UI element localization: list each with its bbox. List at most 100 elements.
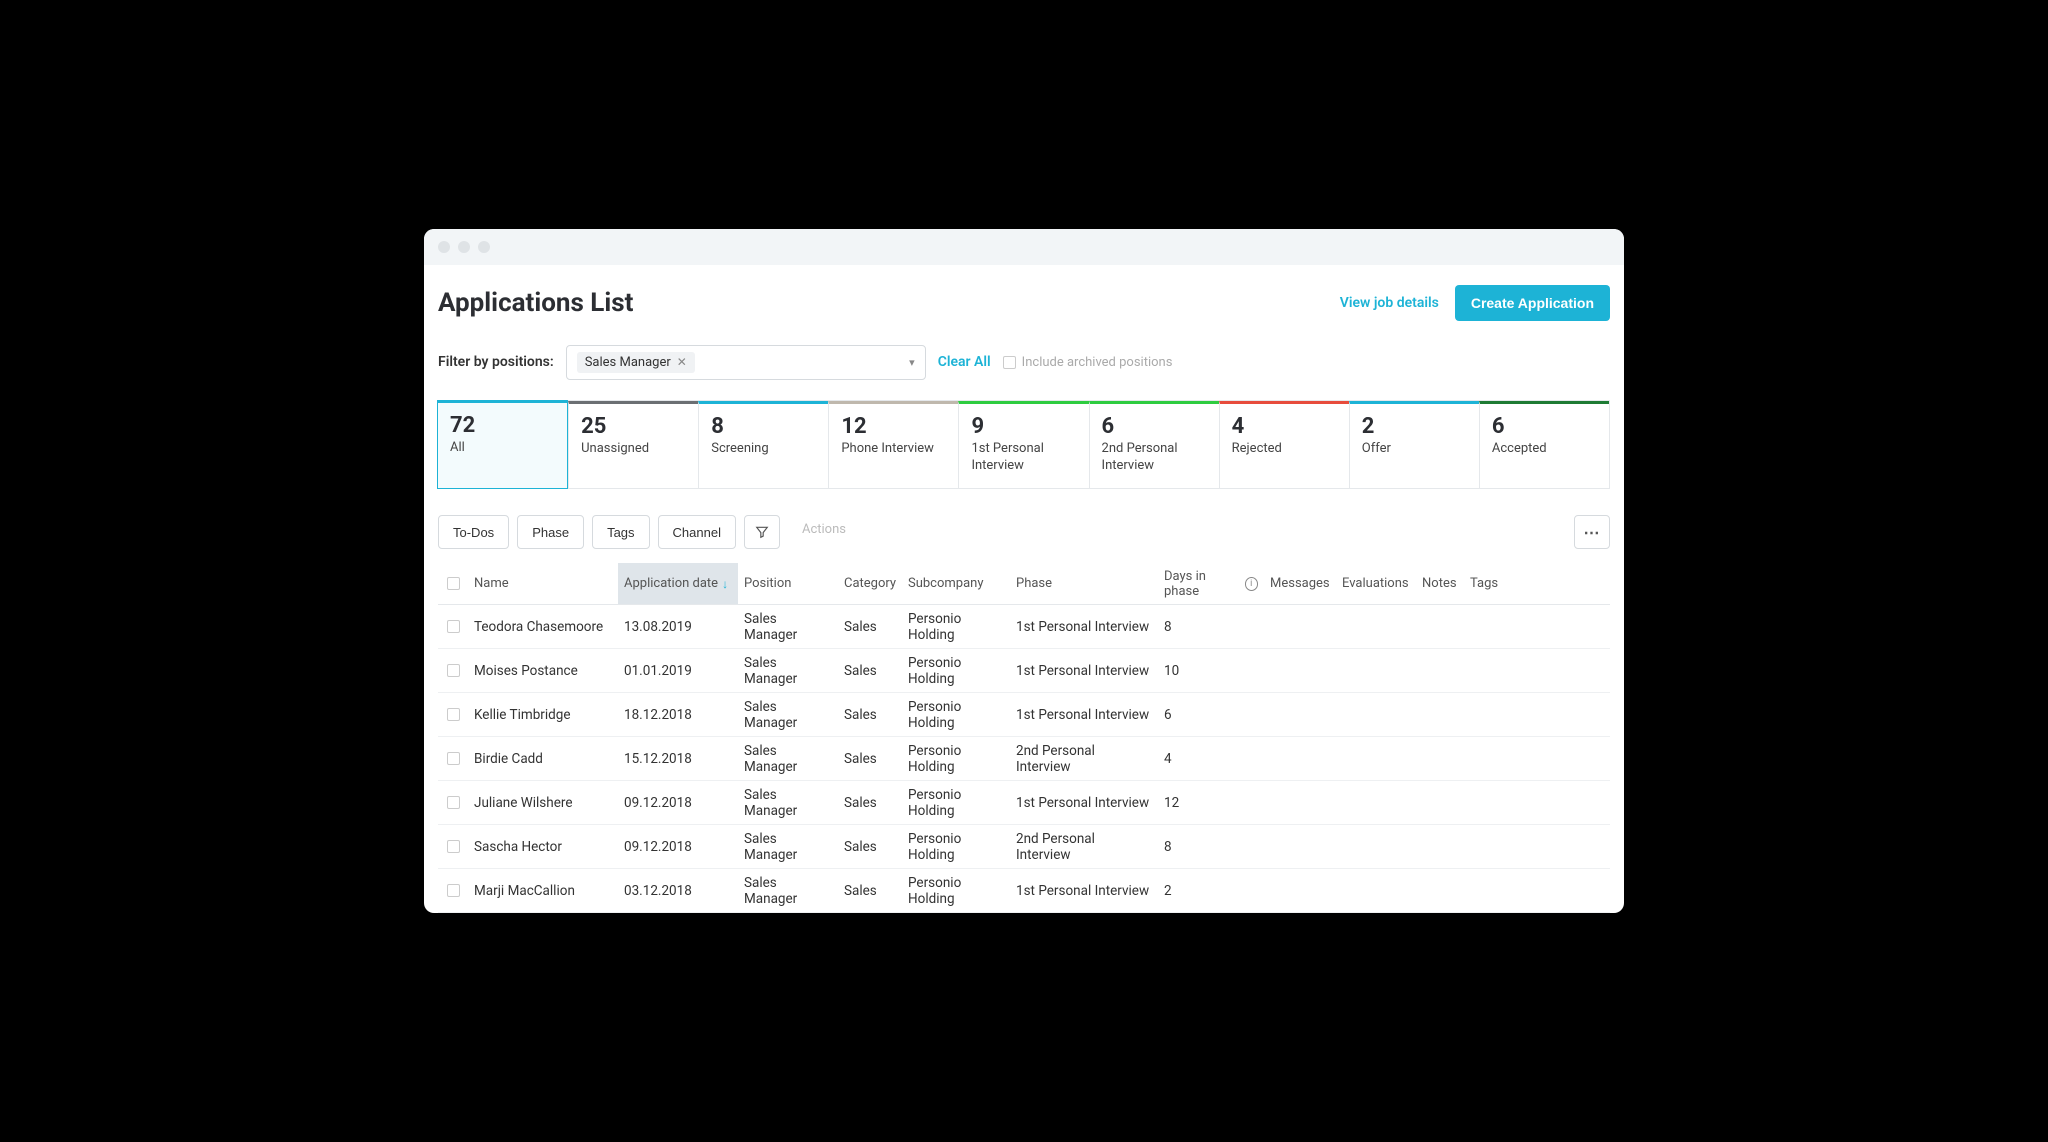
cell-date: 09.12.2018 [618, 795, 738, 811]
stage-tab[interactable]: 25 Unassigned [568, 401, 698, 489]
stage-tab[interactable]: 2Offer [1349, 401, 1479, 489]
stage-tab[interactable]: 4Rejected [1219, 401, 1349, 489]
stage-label: Unassigned [581, 441, 686, 458]
row-checkbox-cell [438, 840, 468, 853]
cell-date: 01.01.2019 [618, 663, 738, 679]
cell-position: Sales Manager [738, 611, 838, 643]
header-actions: View job details Create Application [1340, 285, 1610, 321]
col-category[interactable]: Category [838, 576, 902, 591]
cell-name: Kellie Timbridge [468, 707, 618, 723]
info-icon[interactable]: i [1245, 577, 1258, 591]
cell-days: 12 [1158, 795, 1264, 811]
table-row[interactable]: Juliane Wilshere09.12.2018Sales ManagerS… [438, 781, 1610, 825]
stage-count: 25 [581, 414, 686, 439]
table-body: Teodora Chasemoore13.08.2019Sales Manage… [438, 605, 1610, 913]
row-checkbox[interactable] [447, 752, 460, 765]
select-all-checkbox[interactable] [447, 577, 460, 590]
table-row[interactable]: Marji MacCallion03.12.2018Sales ManagerS… [438, 869, 1610, 913]
stage-count: 6 [1492, 414, 1597, 439]
stage-tab[interactable]: 12Phone Interview [828, 401, 958, 489]
cell-position: Sales Manager [738, 743, 838, 775]
cell-category: Sales [838, 795, 902, 811]
cell-subcompany: Personio Holding [902, 743, 1010, 775]
col-phase[interactable]: Phase [1010, 576, 1158, 591]
page-header: Applications List View job details Creat… [438, 285, 1610, 321]
row-checkbox-cell [438, 664, 468, 677]
select-all-checkbox-cell [438, 577, 468, 590]
row-checkbox[interactable] [447, 884, 460, 897]
cell-category: Sales [838, 751, 902, 767]
table-row[interactable]: Moises Postance01.01.2019Sales ManagerSa… [438, 649, 1610, 693]
stage-label: Offer [1362, 441, 1467, 458]
stage-label: 2nd Personal Interview [1102, 441, 1207, 475]
col-evaluations[interactable]: Evaluations [1336, 576, 1416, 591]
col-days-in-phase[interactable]: Days in phase i [1158, 569, 1264, 599]
stage-label: Screening [711, 441, 816, 458]
cell-phase: 1st Personal Interview [1010, 663, 1158, 679]
tags-filter-button[interactable]: Tags [592, 515, 649, 549]
archived-checkbox[interactable] [1003, 356, 1016, 369]
cell-category: Sales [838, 663, 902, 679]
clear-all-link[interactable]: Clear All [938, 354, 991, 370]
create-application-button[interactable]: Create Application [1455, 285, 1610, 321]
phase-filter-button[interactable]: Phase [517, 515, 584, 549]
cell-date: 13.08.2019 [618, 619, 738, 635]
table-row[interactable]: Birdie Cadd15.12.2018Sales ManagerSalesP… [438, 737, 1610, 781]
row-checkbox[interactable] [447, 840, 460, 853]
cell-days: 8 [1158, 839, 1264, 855]
cell-category: Sales [838, 839, 902, 855]
cell-subcompany: Personio Holding [902, 787, 1010, 819]
traffic-light-minimize[interactable] [458, 241, 470, 253]
cell-position: Sales Manager [738, 699, 838, 731]
table-row[interactable]: Teodora Chasemoore13.08.2019Sales Manage… [438, 605, 1610, 649]
todos-filter-button[interactable]: To-Dos [438, 515, 509, 549]
row-checkbox[interactable] [447, 708, 460, 721]
col-name[interactable]: Name [468, 576, 618, 591]
row-checkbox-cell [438, 796, 468, 809]
table-row[interactable]: Sascha Hector09.12.2018Sales ManagerSale… [438, 825, 1610, 869]
cell-position: Sales Manager [738, 787, 838, 819]
window-titlebar [424, 229, 1624, 265]
stage-tab[interactable]: 72All [437, 400, 568, 490]
stage-tab[interactable]: 91st Personal Interview [958, 401, 1088, 489]
stage-tab[interactable]: 6Accepted [1479, 401, 1609, 489]
stage-tab[interactable]: 8 Screening [698, 401, 828, 489]
row-checkbox[interactable] [447, 620, 460, 633]
position-filter-select[interactable]: Sales Manager ✕ ▾ [566, 345, 926, 380]
row-checkbox[interactable] [447, 796, 460, 809]
more-options-button[interactable]: ⋯ [1574, 515, 1610, 549]
cell-days: 2 [1158, 883, 1264, 899]
table-row[interactable]: Kellie Timbridge18.12.2018Sales ManagerS… [438, 693, 1610, 737]
cell-days: 8 [1158, 619, 1264, 635]
traffic-light-close[interactable] [438, 241, 450, 253]
col-application-date[interactable]: Application date ↓ [618, 563, 738, 604]
col-subcompany[interactable]: Subcompany [902, 576, 1010, 591]
cell-subcompany: Personio Holding [902, 611, 1010, 643]
sort-descending-icon: ↓ [722, 577, 728, 591]
col-days-label: Days in phase [1164, 569, 1241, 599]
cell-position: Sales Manager [738, 831, 838, 863]
channel-filter-button[interactable]: Channel [658, 515, 736, 549]
cell-days: 4 [1158, 751, 1264, 767]
col-notes[interactable]: Notes [1416, 576, 1464, 591]
stage-count: 72 [450, 413, 555, 438]
table-toolbar: To-Dos Phase Tags Channel Actions ⋯ [438, 515, 1610, 549]
col-position[interactable]: Position [738, 576, 838, 591]
filter-icon-button[interactable] [744, 515, 780, 549]
traffic-light-zoom[interactable] [478, 241, 490, 253]
stage-label: 1st Personal Interview [971, 441, 1076, 475]
col-tags[interactable]: Tags [1464, 576, 1508, 591]
row-checkbox[interactable] [447, 664, 460, 677]
stage-tab[interactable]: 62nd Personal Interview [1089, 401, 1219, 489]
cell-days: 6 [1158, 707, 1264, 723]
cell-phase: 1st Personal Interview [1010, 707, 1158, 723]
cell-name: Juliane Wilshere [468, 795, 618, 811]
include-archived-toggle[interactable]: Include archived positions [1003, 355, 1173, 370]
remove-chip-icon[interactable]: ✕ [677, 355, 687, 369]
view-job-details-link[interactable]: View job details [1340, 295, 1439, 311]
stage-count: 8 [711, 414, 816, 439]
col-messages[interactable]: Messages [1264, 576, 1336, 591]
applications-table: Name Application date ↓ Position Categor… [438, 563, 1610, 913]
cell-phase: 1st Personal Interview [1010, 619, 1158, 635]
cell-category: Sales [838, 883, 902, 899]
